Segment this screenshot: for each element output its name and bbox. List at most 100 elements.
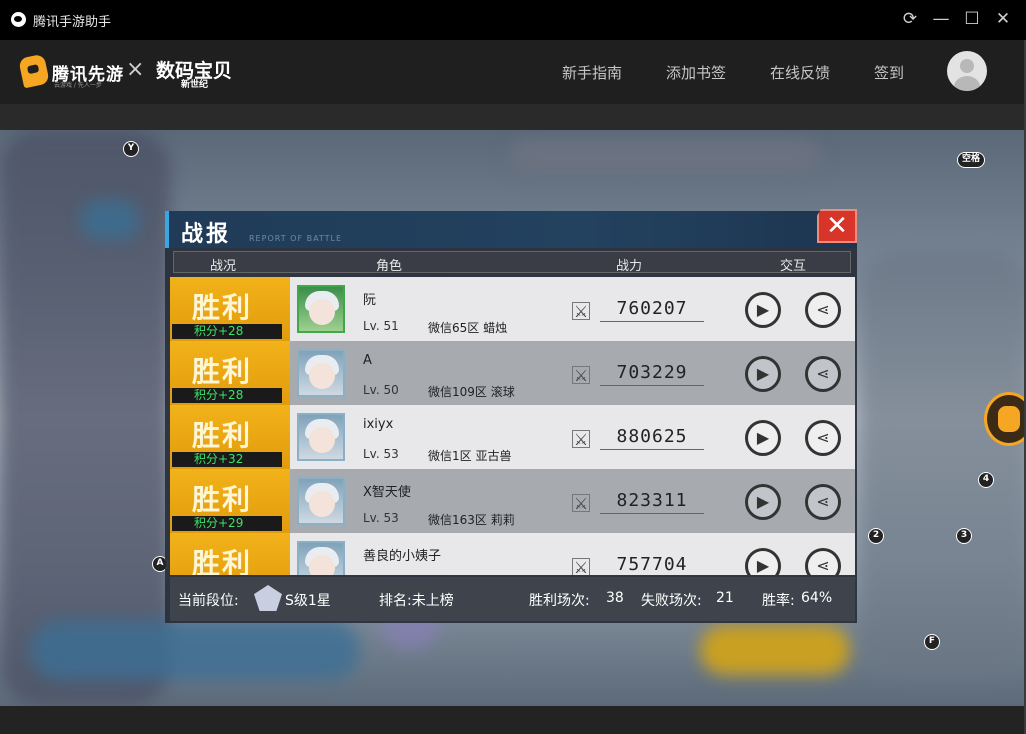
dialog-title: 战报 [181, 222, 232, 247]
points-text: 积分+28 [172, 388, 282, 403]
points-text: 积分+28 [172, 324, 282, 339]
stats-footer: 当前段位: S级1星 排名:未上榜 胜利场次: 38 失败场次: 21 胜率: … [170, 577, 855, 621]
result-text: 胜利 [192, 483, 253, 516]
player-server: 微信1区 亚古兽 [428, 449, 512, 463]
power-value: 703229 [600, 362, 704, 386]
player-name: 阮 [363, 293, 377, 308]
col-result: 战况 [210, 259, 237, 274]
result-badge: 胜利 积分+28 [170, 277, 290, 341]
bg-shape [700, 625, 850, 675]
key-label-f: F [924, 634, 940, 650]
power-value: 757704 [600, 554, 704, 575]
result-text: 胜利 [192, 291, 253, 324]
title-bar: 腾讯手游助手 ⟳ — ☐ ✕ [0, 0, 1026, 40]
dialog-close-button[interactable]: ✕ [817, 209, 857, 243]
share-button[interactable]: ⋖ [805, 420, 841, 456]
player-avatar [297, 541, 345, 575]
losses-value: 21 [716, 590, 734, 606]
replay-button[interactable]: ▶ [745, 548, 781, 575]
maximize-button[interactable]: ☐ [961, 8, 983, 30]
floating-assistant-icon[interactable] [984, 392, 1026, 446]
table-row: 胜利 积分+29 X智天使 Lv. 53 微信163区 莉莉 ⚔ 823311 … [170, 469, 855, 533]
key-label-y: Y [123, 141, 139, 157]
power-icon: ⚔ [572, 558, 590, 575]
nav-checkin[interactable]: 签到 [874, 62, 904, 83]
share-button[interactable]: ⋖ [805, 356, 841, 392]
key-label-2: 2 [868, 528, 884, 544]
player-avatar [297, 477, 345, 525]
nav-feedback[interactable]: 在线反馈 [770, 62, 830, 83]
player-avatar [297, 413, 345, 461]
result-badge: 胜利 积分+32 [170, 405, 290, 469]
battle-list[interactable]: 胜利 积分+28 阮 Lv. 51 微信65区 蜡烛 ⚔ 760207 ▶ ⋖ … [170, 277, 855, 575]
refresh-icon[interactable]: ⟳ [899, 8, 921, 30]
nav-bookmark[interactable]: 添加书签 [666, 62, 726, 83]
power-icon: ⚔ [572, 430, 590, 449]
player-avatar [297, 349, 345, 397]
result-text: 胜利 [192, 419, 253, 452]
wins-label: 胜利场次: [529, 593, 590, 609]
player-avatar [297, 285, 345, 333]
brand-cross: × [126, 57, 145, 82]
power-icon: ⚔ [572, 366, 590, 385]
col-interact: 交互 [780, 259, 807, 274]
replay-button[interactable]: ▶ [745, 484, 781, 520]
share-button[interactable]: ⋖ [805, 548, 841, 575]
ranking-text: 排名:未上榜 [379, 593, 454, 609]
top-bar [0, 40, 1026, 104]
dialog-header: 战报 REPORT OF BATTLE [165, 211, 857, 248]
table-row: 胜利 积分+28 阮 Lv. 51 微信65区 蜡烛 ⚔ 760207 ▶ ⋖ [170, 277, 855, 341]
wins-value: 38 [606, 590, 624, 606]
power-icon: ⚔ [572, 302, 590, 321]
bg-shape [30, 620, 360, 680]
key-label-3: 3 [956, 528, 972, 544]
replay-button[interactable]: ▶ [745, 356, 781, 392]
avatar-head-icon [960, 59, 974, 73]
replay-button[interactable]: ▶ [745, 420, 781, 456]
avatar-face-icon [309, 555, 335, 575]
result-badge: 胜利 积分+29 [170, 469, 290, 533]
minimize-button[interactable]: — [930, 8, 952, 30]
table-header: 战况 角色 战力 交互 [173, 251, 851, 274]
result-badge: 胜利 [170, 533, 290, 575]
user-avatar[interactable] [947, 51, 987, 91]
player-server: 微信109区 滚球 [428, 385, 515, 399]
table-row: 胜利 善良的小姨子 ⚔ 757704 ▶ ⋖ [170, 533, 855, 575]
result-badge: 胜利 积分+28 [170, 341, 290, 405]
key-label-space: 空格 [957, 152, 985, 168]
dialog-subtitle: REPORT OF BATTLE [249, 234, 343, 243]
rank-value: S级1星 [285, 593, 331, 609]
col-power: 战力 [616, 259, 643, 274]
key-label-4: 4 [978, 472, 994, 488]
avatar-body-icon [954, 76, 980, 91]
result-text: 胜利 [192, 355, 253, 388]
player-server: 微信65区 蜡烛 [428, 321, 508, 335]
nav-guide[interactable]: 新手指南 [562, 62, 622, 83]
power-value: 823311 [600, 490, 704, 514]
winrate-label: 胜率: [762, 593, 795, 609]
points-text: 积分+32 [172, 452, 282, 467]
bg-shape [860, 250, 1024, 680]
close-button[interactable]: ✕ [992, 8, 1014, 30]
toolbar-strip [0, 104, 1026, 130]
player-name: A [363, 353, 372, 368]
avatar-face-icon [309, 363, 335, 389]
avatar-face-icon [309, 491, 335, 517]
share-button[interactable]: ⋖ [805, 292, 841, 328]
bg-shape [510, 140, 820, 174]
avatar-face-icon [309, 427, 335, 453]
player-level: Lv. 50 [363, 383, 399, 397]
window-title: 腾讯手游助手 [33, 15, 112, 30]
player-level: Lv. 51 [363, 319, 399, 333]
power-value: 880625 [600, 426, 704, 450]
battle-report-dialog: 战报 REPORT OF BATTLE ✕ 战况 角色 战力 交互 胜利 积分+… [165, 209, 857, 623]
player-name: 善良的小姨子 [363, 549, 442, 564]
avatar-face-icon [309, 299, 335, 325]
col-role: 角色 [376, 259, 403, 274]
player-name: ixiyx [363, 417, 394, 432]
share-button[interactable]: ⋖ [805, 484, 841, 520]
losses-label: 失败场次: [641, 593, 702, 609]
replay-button[interactable]: ▶ [745, 292, 781, 328]
result-text: 胜利 [192, 547, 253, 575]
player-level: Lv. 53 [363, 511, 399, 525]
